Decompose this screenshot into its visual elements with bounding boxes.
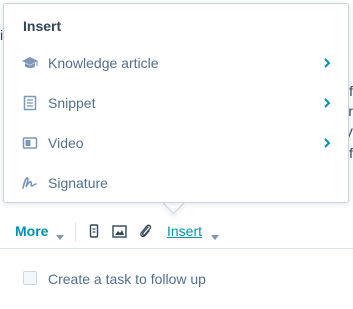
menu-item-signature[interactable]: Signature bbox=[4, 165, 348, 201]
insert-button[interactable]: Insert bbox=[167, 223, 202, 239]
paperclip-icon[interactable] bbox=[137, 223, 153, 239]
follow-up-task-option: Create a task to follow up bbox=[23, 270, 323, 288]
follow-up-task-checkbox[interactable] bbox=[23, 271, 37, 285]
menu-item-label: Video bbox=[48, 135, 84, 151]
email-composer: i f r V f Insert Knowledge article bbox=[0, 0, 353, 309]
menu-item-label: Knowledge article bbox=[48, 55, 159, 71]
menu-item-label: Snippet bbox=[48, 95, 96, 111]
editor-text-fragment: f bbox=[349, 145, 353, 161]
chevron-right-icon bbox=[322, 136, 332, 150]
toolbar-divider bbox=[75, 222, 76, 242]
menu-item-snippet[interactable]: Snippet bbox=[4, 85, 348, 121]
menu-item-label: Signature bbox=[48, 175, 108, 191]
chevron-down-icon[interactable] bbox=[210, 228, 220, 240]
section-divider bbox=[0, 248, 353, 249]
chevron-right-icon bbox=[322, 96, 332, 110]
editor-text-fragment: f bbox=[349, 83, 353, 99]
menu-item-video[interactable]: Video bbox=[4, 125, 348, 161]
video-icon bbox=[21, 135, 39, 151]
insert-dropdown-menu: Insert Knowledge article Snippet Video S… bbox=[3, 3, 349, 203]
document-icon bbox=[21, 95, 39, 111]
follow-up-task-label[interactable]: Create a task to follow up bbox=[48, 271, 206, 287]
composer-toolbar: More Insert bbox=[0, 218, 353, 246]
graduation-cap-icon bbox=[21, 55, 39, 71]
chevron-down-icon[interactable] bbox=[55, 228, 65, 240]
mobile-icon[interactable] bbox=[86, 223, 102, 239]
menu-item-knowledge-article[interactable]: Knowledge article bbox=[4, 45, 348, 81]
signature-icon bbox=[21, 175, 39, 191]
menu-header: Insert bbox=[23, 18, 62, 34]
more-button[interactable]: More bbox=[15, 223, 48, 239]
image-icon[interactable] bbox=[111, 223, 127, 239]
editor-text-fragment: r bbox=[348, 103, 353, 119]
chevron-right-icon bbox=[322, 56, 332, 70]
